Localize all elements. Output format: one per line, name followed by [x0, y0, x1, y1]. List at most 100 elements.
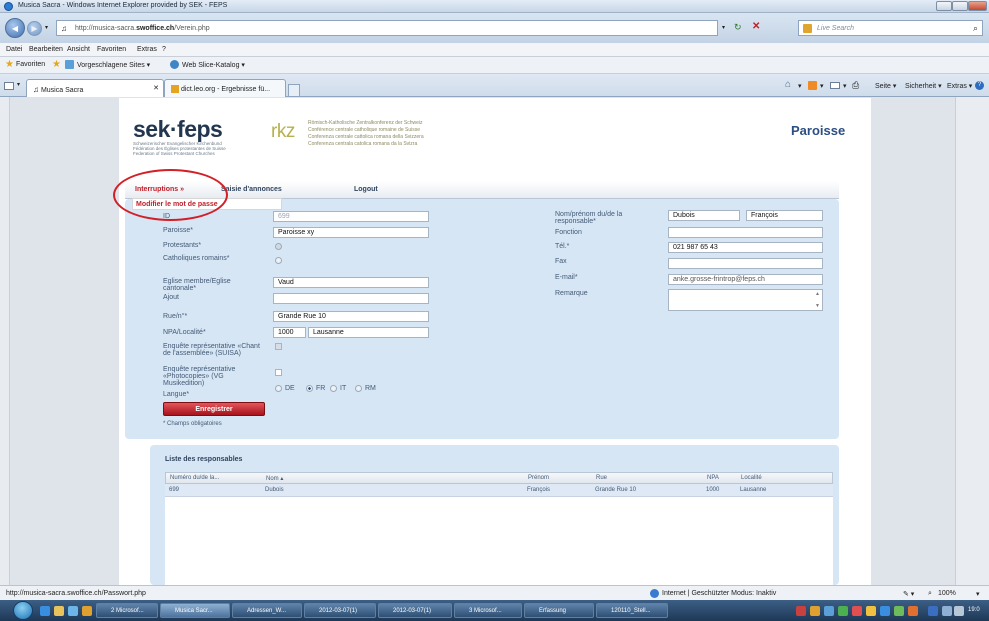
print-icon[interactable]: ⎙ — [852, 80, 859, 91]
col-header-numero[interactable]: Numéro du/de la... — [170, 475, 219, 481]
input-npa[interactable]: 1000 — [273, 327, 306, 338]
zoom-dropdown[interactable]: ▾ — [976, 590, 980, 598]
quicklaunch-outlook-icon[interactable] — [82, 606, 92, 616]
quick-tabs-icon[interactable] — [4, 82, 14, 90]
tray-icon-6[interactable] — [866, 606, 876, 616]
quicklaunch-ie-icon[interactable] — [40, 606, 50, 616]
minimize-button[interactable] — [936, 1, 952, 11]
radio-catholiques[interactable] — [275, 257, 282, 264]
recent-pages-dropdown[interactable]: ▾ — [45, 24, 48, 31]
input-fonction[interactable] — [668, 227, 823, 238]
new-tab-button[interactable] — [288, 84, 300, 96]
taskbar-item-folder-1[interactable]: 2012-03-07(1) — [304, 603, 376, 618]
tray-icon-10[interactable] — [928, 606, 938, 616]
refresh-icon[interactable]: ↻ — [734, 22, 742, 33]
col-header-nom[interactable]: Nom ▴ — [266, 475, 283, 482]
vertical-scrollbar[interactable] — [955, 97, 989, 585]
feeds-icon[interactable] — [808, 81, 817, 90]
menu-datei[interactable]: Datei — [6, 46, 22, 53]
textarea-scroll-up-icon[interactable]: ▲ — [815, 291, 820, 297]
status-zoom[interactable]: 100% — [938, 590, 956, 597]
input-email[interactable]: anke.grosse-frintrop@feps.ch — [668, 274, 823, 285]
favorites-label[interactable]: Favoriten — [16, 61, 45, 68]
col-header-rue[interactable]: Rue — [596, 475, 607, 481]
tab-list-dropdown[interactable]: ▾ — [17, 81, 20, 88]
seite-menu[interactable]: Seite ▾ — [875, 82, 896, 90]
input-eglise-membre[interactable]: Vaud — [273, 277, 429, 288]
feeds-dropdown[interactable]: ▾ — [820, 82, 824, 90]
home-dropdown[interactable]: ▾ — [798, 82, 802, 90]
taskbar-item-microsoft-1[interactable]: 2 Microsof... — [96, 603, 158, 618]
taskbar-item-stell[interactable]: 120110_Stell... — [596, 603, 668, 618]
menu-ansicht[interactable]: Ansicht — [67, 46, 90, 53]
taskbar-item-erfassung[interactable]: Erfassung — [524, 603, 594, 618]
radio-lang-rm[interactable] — [355, 385, 362, 392]
checkbox-enquete-photocopies[interactable] — [275, 369, 282, 376]
table-row[interactable]: 699 Dubois François Grande Rue 10 1000 L… — [165, 484, 833, 497]
input-fax[interactable] — [668, 258, 823, 269]
quicklaunch-folder-icon[interactable] — [54, 606, 64, 616]
stop-icon[interactable]: ✕ — [752, 21, 760, 32]
taskbar-item-microsoft-3[interactable]: 3 Microsof... — [454, 603, 522, 618]
favorites-star-icon[interactable]: ★ — [5, 59, 14, 70]
close-button[interactable] — [968, 1, 987, 11]
protected-mode-icon[interactable]: ✎ ▾ — [903, 590, 914, 598]
taskbar-item-folder-2[interactable]: 2012-03-07(1) — [378, 603, 452, 618]
menu-bearbeiten[interactable]: Bearbeiten — [29, 46, 63, 53]
help-icon[interactable]: ? — [975, 81, 984, 90]
radio-lang-de[interactable] — [275, 385, 282, 392]
input-rue[interactable]: Grande Rue 10 — [273, 311, 429, 322]
live-search-input[interactable]: Live Search ⌕ — [798, 20, 983, 36]
start-button[interactable] — [13, 601, 33, 620]
suggested-sites-link[interactable]: Vorgeschlagene Sites ▾ — [77, 61, 150, 69]
textarea-scroll-down-icon[interactable]: ▼ — [815, 303, 820, 309]
input-localite[interactable]: Lausanne — [308, 327, 429, 338]
checkbox-enquete-suisa[interactable] — [275, 343, 282, 350]
input-tel[interactable]: 021 987 65 43 — [668, 242, 823, 253]
menu-favoriten[interactable]: Favoriten — [97, 46, 126, 53]
search-icon[interactable]: ⌕ — [973, 23, 978, 34]
radio-lang-it[interactable] — [330, 385, 337, 392]
menu-help[interactable]: ? — [162, 46, 166, 53]
taskbar-item-musica-sacra[interactable]: Musica Sacr... — [160, 603, 230, 618]
input-paroisse[interactable]: Paroisse xy — [273, 227, 429, 238]
input-responsable-prenom[interactable]: François — [746, 210, 823, 221]
close-tab-icon[interactable]: ✕ — [153, 84, 159, 92]
tray-icon-9[interactable] — [908, 606, 918, 616]
tray-icon-1[interactable] — [796, 606, 806, 616]
textarea-remarque[interactable] — [668, 289, 823, 311]
mail-icon[interactable] — [830, 82, 840, 89]
input-ajout[interactable] — [273, 293, 429, 304]
tray-icon-8[interactable] — [894, 606, 904, 616]
home-icon[interactable]: ⌂ — [785, 79, 791, 90]
radio-protestants[interactable] — [275, 243, 282, 250]
tray-icon-5[interactable] — [852, 606, 862, 616]
address-dropdown-icon[interactable]: ▾ — [722, 24, 725, 31]
col-header-localite[interactable]: Localité — [741, 475, 762, 481]
add-favorite-icon[interactable]: ★ — [52, 59, 61, 70]
quicklaunch-desktop-icon[interactable] — [68, 606, 78, 616]
tray-icon-2[interactable] — [810, 606, 820, 616]
sicherheit-menu[interactable]: Sicherheit ▾ — [905, 82, 942, 90]
taskbar-item-adressen[interactable]: Adressen_W... — [232, 603, 302, 618]
status-zone[interactable]: Internet | Geschützter Modus: Inaktiv — [662, 590, 776, 597]
web-slice-link[interactable]: Web Slice-Katalog ▾ — [182, 61, 245, 69]
tray-icon-3[interactable] — [824, 606, 834, 616]
back-button[interactable]: ◀ — [5, 18, 25, 38]
radio-lang-fr[interactable] — [306, 385, 313, 392]
col-header-npa[interactable]: NPA — [707, 475, 719, 481]
menu-extras[interactable]: Extras — [137, 46, 157, 53]
tab-dict-leo[interactable]: dict.leo.org - Ergebnisse fü... — [164, 79, 286, 97]
taskbar-clock[interactable]: 19:0 — [968, 607, 980, 613]
save-button[interactable]: Enregistrer — [163, 402, 265, 416]
zoom-icon[interactable]: ⌕ — [928, 590, 932, 598]
address-input[interactable]: ♫ http://musica-sacra.swoffice.ch/Verein… — [56, 20, 718, 36]
tray-icon-7[interactable] — [880, 606, 890, 616]
mail-dropdown[interactable]: ▾ — [843, 82, 847, 90]
volume-icon[interactable] — [954, 606, 964, 616]
network-icon[interactable] — [942, 606, 952, 616]
nav-saisie-annonces[interactable]: Saisie d'annonces — [221, 186, 282, 193]
input-responsable-nom[interactable]: Dubois — [668, 210, 740, 221]
extras-menu[interactable]: Extras ▾ — [947, 82, 972, 90]
maximize-button[interactable] — [952, 1, 968, 11]
